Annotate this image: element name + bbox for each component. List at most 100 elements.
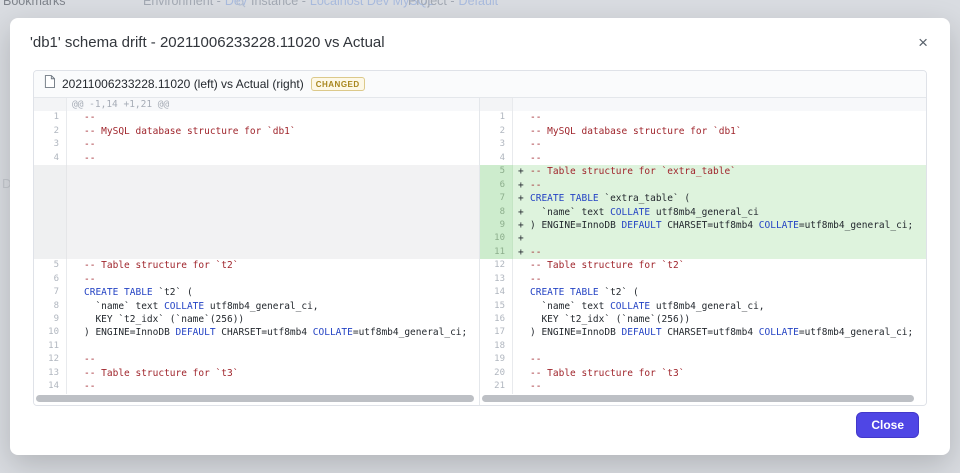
- line-number: 18: [480, 339, 513, 354]
- code-line: --: [513, 152, 926, 165]
- diff-row: [480, 98, 926, 112]
- diff-row: 17 ) ENGINE=InnoDB DEFAULT CHARSET=utf8m…: [480, 326, 926, 340]
- line-number: 2: [34, 124, 67, 139]
- environment-breadcrumb: Environment - Dev: [143, 0, 247, 8]
- line-sign: [72, 340, 84, 353]
- diff-row: 18: [480, 339, 926, 354]
- diff-file-header: 20211006233228.11020 (left) vs Actual (r…: [34, 71, 926, 98]
- line-number: [34, 178, 67, 193]
- line-sign: [72, 259, 84, 272]
- modal-footer: Close: [856, 412, 919, 438]
- diff-row: @@ -1,14 +1,21 @@: [34, 98, 479, 112]
- close-icon[interactable]: ×: [916, 34, 930, 51]
- line-number: 17: [480, 326, 513, 340]
- code-line: + CREATE TABLE `extra_table` (: [518, 193, 691, 205]
- instance-label: Instance -: [251, 0, 306, 8]
- line-sign: [518, 300, 530, 313]
- diff-row: 19 --: [480, 353, 926, 367]
- line-sign: [72, 273, 84, 286]
- diff-row: 20 -- Table structure for `t3`: [480, 366, 926, 381]
- code-line: [67, 340, 479, 353]
- schema-drift-modal: 'db1' schema drift - 20211006233228.1102…: [10, 18, 950, 455]
- code-line: + --: [518, 246, 542, 258]
- code-line: [513, 340, 926, 353]
- line-number: 12: [34, 353, 67, 367]
- horizontal-scrollbar-left[interactable]: [36, 395, 474, 402]
- line-number: 6: [34, 272, 67, 287]
- close-button[interactable]: Close: [856, 412, 919, 438]
- line-number: 6: [480, 178, 513, 193]
- code-line: --: [67, 138, 479, 151]
- added-line-sign: +: [518, 233, 524, 245]
- line-number: [34, 245, 67, 260]
- line-number: 16: [480, 313, 513, 327]
- code-line: `name` text COLLATE utf8mb4_general_ci,: [67, 300, 479, 313]
- diff-row: 3 --: [34, 138, 479, 152]
- code-line: --: [513, 380, 926, 393]
- line-number: [34, 218, 67, 233]
- diff-file-label: 20211006233228.11020 (left) vs Actual (r…: [62, 77, 304, 91]
- diff-row: 14 CREATE TABLE `t2` (: [480, 286, 926, 300]
- diff-body: @@ -1,14 +1,21 @@ 1 -- 2 -- MySQL database…: [34, 98, 926, 405]
- line-number: 11: [480, 245, 513, 260]
- code-line: -- Table structure for `t3`: [513, 367, 926, 380]
- code-line: --: [513, 273, 926, 286]
- diff-viewer: 20211006233228.11020 (left) vs Actual (r…: [33, 70, 927, 406]
- line-number: 3: [34, 138, 67, 152]
- diff-row: 11 + --: [480, 245, 926, 260]
- line-sign: [518, 326, 530, 339]
- diff-row: 15 `name` text COLLATE utf8mb4_general_c…: [480, 299, 926, 313]
- diff-row: 2 -- MySQL database structure for `db1`: [480, 124, 926, 139]
- diff-row: 10 ) ENGINE=InnoDB DEFAULT CHARSET=utf8m…: [34, 326, 479, 340]
- diff-row: 1 --: [480, 111, 926, 125]
- code-line: --: [67, 273, 479, 286]
- line-number: 9: [480, 218, 513, 233]
- code-line: @@ -1,14 +1,21 @@: [72, 99, 170, 110]
- line-sign: [518, 313, 530, 326]
- code-line: --: [67, 353, 479, 366]
- line-sign: [518, 138, 530, 151]
- code-line: KEY `t2_idx` (`name`(256)): [67, 313, 479, 326]
- diff-row: 16 KEY `t2_idx` (`name`(256)): [480, 313, 926, 327]
- diff-row: 10 +: [480, 232, 926, 246]
- line-number: 9: [34, 313, 67, 327]
- diff-row: 5 -- Table structure for `t2`: [34, 259, 479, 273]
- line-sign: [518, 340, 530, 353]
- line-sign: [518, 286, 530, 299]
- diff-row: 14 --: [34, 380, 479, 394]
- horizontal-scrollbar-right[interactable]: [482, 395, 914, 402]
- line-sign: [518, 367, 530, 380]
- line-sign: [72, 326, 84, 339]
- diff-row: 7 CREATE TABLE `t2` (: [34, 286, 479, 300]
- line-number: 7: [34, 286, 67, 300]
- diff-row: 12 -- Table structure for `t2`: [480, 259, 926, 273]
- line-sign: [72, 367, 84, 380]
- line-number: 10: [480, 232, 513, 246]
- project-label: Project -: [408, 0, 455, 8]
- line-sign: [518, 273, 530, 286]
- line-number: [34, 192, 67, 206]
- code-line: +: [513, 232, 926, 245]
- backdrop-topbar: Bookmarks Environment - Dev Instance - Loc…: [0, 0, 960, 14]
- diff-row: 4 --: [480, 151, 926, 166]
- code-line: -- MySQL database structure for `db1`: [67, 125, 479, 138]
- diff-row: 1 --: [34, 111, 479, 125]
- line-number: [34, 165, 67, 179]
- code-line: -- Table structure for `t2`: [67, 259, 479, 272]
- code-line: --: [513, 138, 926, 151]
- line-number: [34, 98, 67, 112]
- diff-row: 5 + -- Table structure for `extra_table`: [480, 165, 926, 179]
- project-link[interactable]: Default: [459, 0, 499, 8]
- diff-row: 8 + `name` text COLLATE utf8mb4_general_c…: [480, 205, 926, 219]
- line-number: [480, 98, 513, 112]
- code-line: --: [67, 111, 479, 124]
- project-breadcrumb: Project - Default: [408, 0, 498, 8]
- added-line-sign: +: [518, 219, 524, 231]
- code-line: `name` text COLLATE utf8mb4_general_ci,: [513, 300, 926, 313]
- diff-right-rows: 1 -- 2 -- MySQL database structure for `d…: [480, 98, 926, 394]
